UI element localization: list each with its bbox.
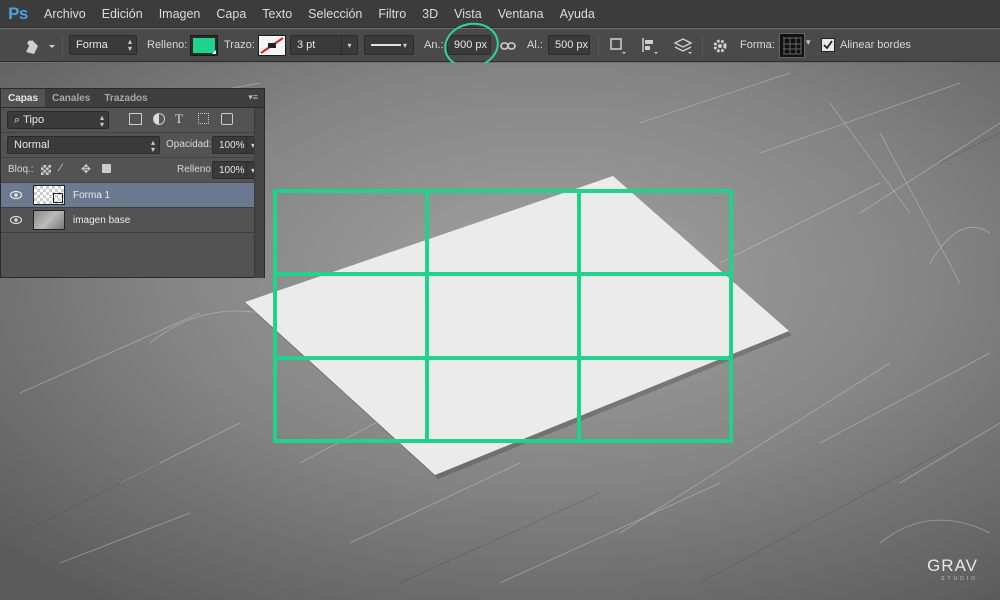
opacity-field[interactable]: 100% ▾ [212, 136, 260, 154]
panel-menu-icon[interactable]: ▾≡ [248, 92, 258, 103]
watermark-logo: GRAV STUDIO [927, 556, 978, 582]
fill-label: Relleno: [147, 39, 188, 51]
watermark-subtext: STUDIO [941, 576, 978, 582]
pen-tool-icon[interactable] [20, 35, 58, 57]
menu-capa[interactable]: Capa [208, 0, 254, 28]
fill-value: 100% [219, 164, 245, 176]
layers-panel: Capas Canales Trazados ▾≡ ⌕ Tipo ▴ ▾ T No… [0, 88, 265, 278]
tab-trazados[interactable]: Trazados [97, 89, 154, 107]
photoshop-logo: Ps [8, 3, 28, 23]
fill-swatch[interactable] [190, 35, 218, 56]
layer-name: Forma 1 [73, 190, 111, 201]
lock-move-icon[interactable]: ✥ [81, 162, 91, 176]
blend-mode-value: Normal [14, 139, 50, 151]
menu-texto[interactable]: Texto [254, 0, 300, 28]
height-field[interactable]: 500 px [548, 35, 590, 55]
filter-text-icon[interactable]: T [175, 111, 183, 127]
layer-thumbnail [33, 210, 65, 230]
blend-row: Normal ▴ ▾ Opacidad: 100% ▾ [1, 133, 264, 158]
eye-icon[interactable] [10, 215, 22, 225]
mode-select[interactable]: Forma ▴ ▾ [69, 35, 137, 55]
lock-row: Bloq.: ⁄ ✥ Relleno: 100% ▾ [1, 158, 264, 183]
menu-seleccion[interactable]: Selección [300, 0, 370, 28]
chevron-down-icon[interactable]: ▾ [341, 36, 357, 54]
eye-icon[interactable] [10, 190, 22, 200]
tab-capas[interactable]: Capas [1, 89, 46, 107]
path-alignment-icon[interactable] [640, 36, 660, 56]
menu-ayuda[interactable]: Ayuda [552, 0, 603, 28]
menu-ventana[interactable]: Ventana [490, 0, 552, 28]
link-icon[interactable] [500, 39, 516, 53]
path-operations-icon[interactable] [608, 36, 628, 56]
updown-icon: ▴ ▾ [127, 37, 132, 53]
layer-name: imagen base [73, 215, 131, 226]
filter-value: Tipo [23, 114, 45, 126]
options-bar: Forma ▴ ▾ Relleno: Trazo: 3 pt ▾ ▾ An.: 9… [0, 17, 1000, 74]
separator [62, 35, 63, 57]
opacity-value: 100% [219, 139, 245, 151]
lock-all-icon[interactable] [102, 164, 111, 173]
vector-mask-icon [53, 193, 63, 203]
stroke-width-value: 3 pt [297, 39, 316, 51]
align-edges-label: Alinear bordes [840, 39, 911, 51]
shape-picker[interactable] [779, 33, 805, 58]
lock-label: Bloq.: [8, 164, 34, 175]
separator [598, 35, 599, 57]
menu-imagen[interactable]: Imagen [151, 0, 209, 28]
mode-value: Forma [76, 39, 108, 51]
height-label: Al.: [527, 39, 543, 51]
opacity-label: Opacidad: [166, 139, 212, 150]
layer-row-forma-1[interactable]: Forma 1 [1, 183, 264, 208]
chevron-down-icon[interactable]: ▾ [806, 37, 811, 48]
fill-field[interactable]: 100% ▾ [212, 161, 260, 179]
lock-brush-icon[interactable]: ⁄ [60, 162, 62, 174]
panel-scrollbar[interactable] [254, 108, 264, 278]
filter-shape-icon[interactable] [198, 113, 209, 124]
updown-icon: ▴ ▾ [99, 113, 104, 129]
updown-icon: ▴ ▾ [150, 138, 155, 154]
watermark-text: GRAV [927, 556, 978, 575]
search-icon: ⌕ [14, 113, 21, 126]
chevron-down-icon[interactable]: ▾ [397, 36, 413, 54]
shape-label: Forma: [740, 39, 775, 51]
layer-filter-row: ⌕ Tipo ▴ ▾ T [1, 108, 264, 133]
menu-3d[interactable]: 3D [414, 0, 446, 28]
gear-icon[interactable] [711, 37, 731, 55]
layer-row-imagen-base[interactable]: imagen base [1, 208, 264, 233]
blend-mode-select[interactable]: Normal ▴ ▾ [7, 136, 160, 154]
fill-label: Relleno: [177, 164, 214, 175]
lock-transparent-icon[interactable] [41, 165, 51, 175]
panel-tabs: Capas Canales Trazados ▾≡ [1, 89, 264, 108]
separator [702, 35, 703, 57]
stroke-label: Trazo: [224, 39, 255, 51]
layer-thumbnail [33, 185, 65, 205]
stroke-swatch[interactable] [258, 35, 286, 56]
stroke-style-select[interactable]: ▾ [364, 35, 414, 55]
menu-filtro[interactable]: Filtro [370, 0, 414, 28]
tab-canales[interactable]: Canales [45, 89, 97, 107]
stroke-width-field[interactable]: 3 pt ▾ [290, 35, 358, 55]
menu-bar: Ps Archivo Edición Imagen Capa Texto Sel… [0, 0, 1000, 28]
checkmark-icon [823, 40, 833, 50]
filter-smart-object-icon[interactable] [221, 113, 233, 125]
height-value: 500 px [555, 39, 589, 51]
menu-edicion[interactable]: Edición [94, 0, 151, 28]
path-arrangement-icon[interactable] [672, 36, 694, 56]
align-edges-checkbox[interactable] [821, 38, 835, 52]
dropdown-corner-icon [212, 50, 216, 54]
grid-shape-icon [783, 37, 802, 55]
filter-pixel-icon[interactable] [129, 113, 142, 125]
menu-archivo[interactable]: Archivo [36, 0, 94, 28]
width-label: An.: [424, 39, 444, 51]
layer-filter-select[interactable]: ⌕ Tipo ▴ ▾ [7, 111, 109, 129]
filter-adjustment-icon[interactable] [153, 113, 165, 125]
no-stroke-icon [260, 37, 284, 54]
